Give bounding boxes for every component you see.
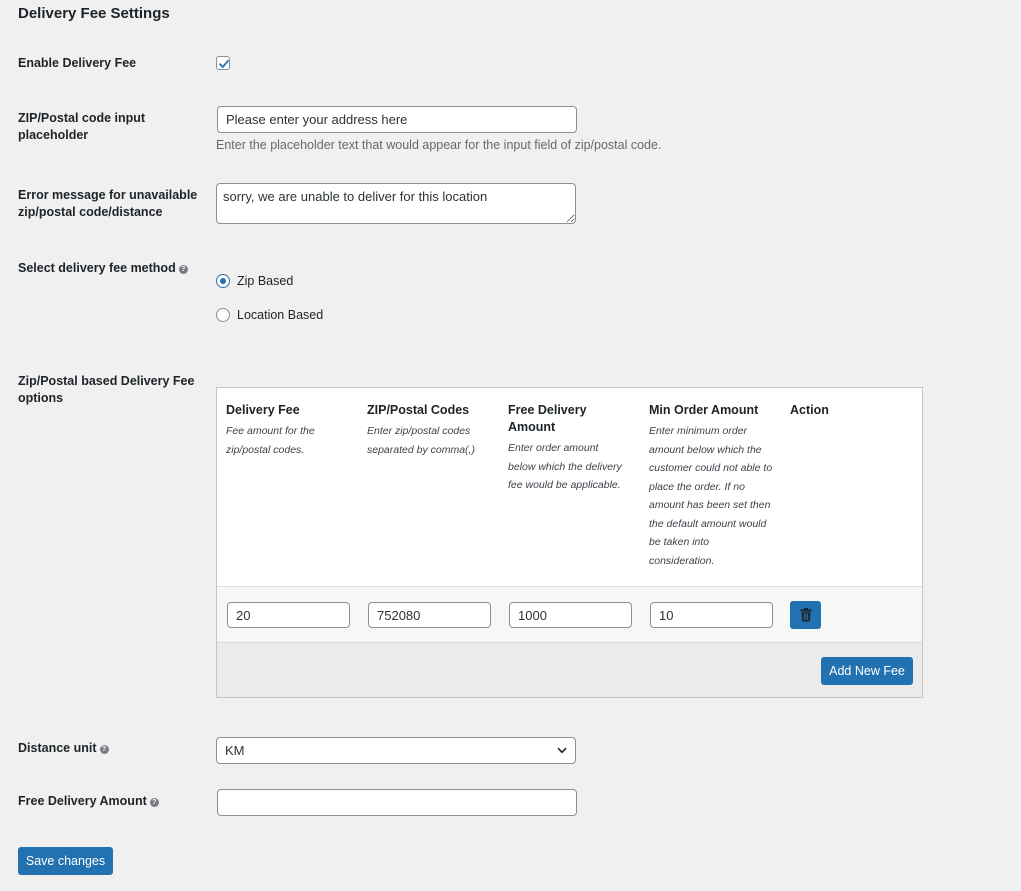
zip-placeholder-input[interactable]	[217, 106, 577, 133]
column-title: Free Delivery Amount	[508, 403, 587, 434]
chevron-down-icon	[557, 747, 567, 754]
help-icon[interactable]: ?	[149, 798, 159, 807]
error-message-textarea[interactable]: sorry, we are unable to deliver for this…	[216, 183, 576, 224]
fee-method-label: Select delivery fee method?	[18, 260, 218, 277]
column-min-order-amount: Min Order Amount Enter minimum order amo…	[649, 402, 777, 570]
radio-zip-based[interactable]: Zip Based	[216, 274, 293, 288]
radio-location-based-label: Location Based	[237, 308, 324, 322]
column-description: Enter order amount below which the deliv…	[508, 442, 622, 491]
zip-codes-input[interactable]	[368, 602, 491, 628]
table-row	[217, 586, 922, 642]
fee-method-label-text: Select delivery fee method	[18, 261, 176, 275]
error-message-label: Error message for unavailable zip/postal…	[18, 188, 198, 219]
column-free-delivery-amount: Free Delivery Amount Enter order amount …	[508, 402, 623, 495]
page-title: Delivery Fee Settings	[18, 5, 170, 22]
add-new-fee-button[interactable]: Add New Fee	[821, 657, 913, 685]
fee-table: Delivery Fee Fee amount for the zip/post…	[216, 387, 923, 698]
enable-fee-checkbox[interactable]	[216, 56, 230, 70]
zip-placeholder-description: Enter the placeholder text that would ap…	[216, 138, 662, 152]
delete-row-button[interactable]	[790, 601, 821, 629]
radio-button-checked[interactable]	[216, 274, 230, 288]
enable-fee-label: Enable Delivery Fee	[18, 56, 137, 70]
table-footer: Add New Fee	[217, 642, 922, 697]
column-zip-codes: ZIP/Postal Codes Enter zip/postal codes …	[367, 402, 492, 459]
column-title: ZIP/Postal Codes	[367, 403, 470, 417]
zip-options-label: Zip/Postal based Delivery Fee options	[18, 374, 195, 405]
column-description: Enter minimum order amount below which t…	[649, 425, 773, 567]
trash-icon	[800, 608, 811, 622]
column-description: Fee amount for the zip/postal codes.	[226, 425, 315, 456]
column-action: Action	[790, 402, 890, 419]
radio-button-unchecked[interactable]	[216, 308, 230, 322]
column-title: Action	[790, 403, 829, 417]
free-delivery-amount-input[interactable]	[217, 789, 577, 816]
help-icon[interactable]: ?	[99, 745, 109, 754]
radio-location-based[interactable]: Location Based	[216, 308, 323, 322]
radio-zip-based-label: Zip Based	[237, 274, 294, 288]
help-icon[interactable]: ?	[178, 265, 188, 274]
free-delivery-amount-label: Free Delivery Amount?	[18, 793, 208, 810]
distance-unit-label-text: Distance unit	[18, 741, 97, 755]
column-title: Delivery Fee	[226, 403, 300, 417]
distance-unit-select[interactable]: KM	[216, 737, 576, 764]
delivery-fee-input[interactable]	[227, 602, 350, 628]
zip-placeholder-label: ZIP/Postal code input placeholder	[18, 111, 146, 142]
column-title: Min Order Amount	[649, 403, 759, 417]
column-description: Enter zip/postal codes separated by comm…	[367, 425, 475, 456]
distance-unit-value: KM	[225, 743, 245, 758]
save-changes-button[interactable]: Save changes	[18, 847, 113, 875]
free-delivery-amount-label-text: Free Delivery Amount	[18, 794, 147, 808]
column-delivery-fee: Delivery Fee Fee amount for the zip/post…	[226, 402, 346, 459]
min-order-amount-input[interactable]	[650, 602, 773, 628]
checkmark-icon	[219, 59, 229, 68]
distance-unit-label: Distance unit?	[18, 740, 208, 757]
free-delivery-amount-input[interactable]	[509, 602, 632, 628]
